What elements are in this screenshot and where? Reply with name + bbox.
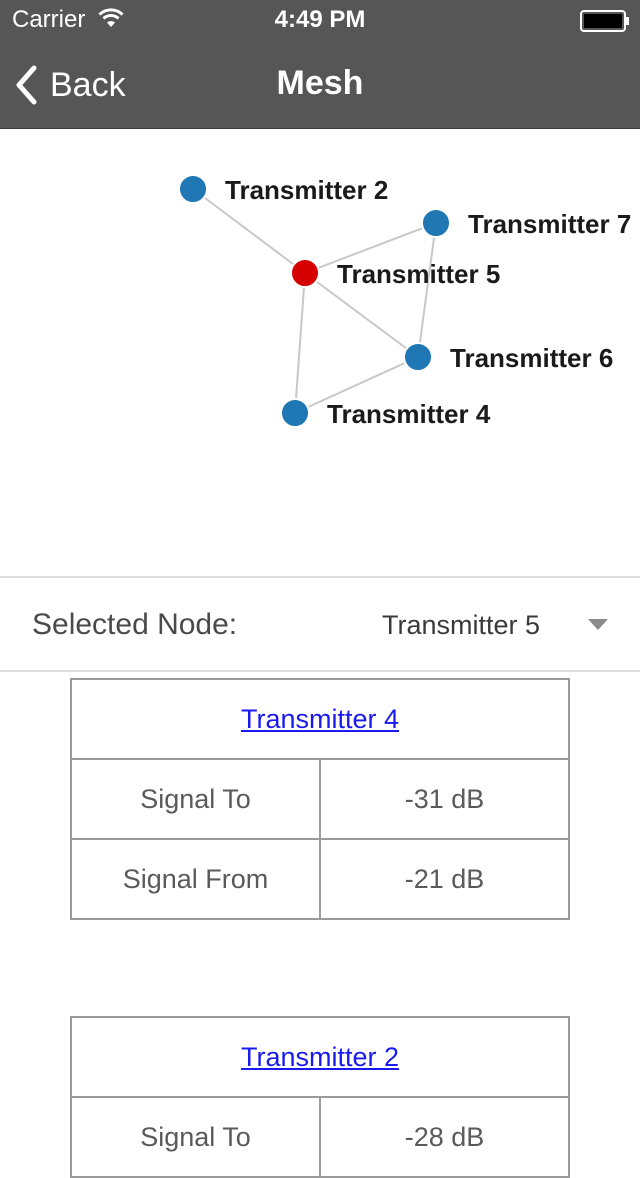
table-row: Signal From -21 dB xyxy=(70,838,570,920)
page-title: Mesh xyxy=(276,64,364,102)
signal-table: Transmitter 2 Signal To -28 dB xyxy=(70,1016,570,1178)
dropdown-caret-icon[interactable] xyxy=(587,618,609,632)
row-label: Signal To xyxy=(70,1096,321,1178)
table-row: Signal To -31 dB xyxy=(70,758,570,840)
graph-node[interactable] xyxy=(178,174,208,204)
graph-node-label: Transmitter 5 xyxy=(337,259,500,289)
node-selector[interactable]: Selected Node: Transmitter 5 xyxy=(0,576,640,672)
transmitter-link[interactable]: Transmitter 2 xyxy=(241,1042,399,1072)
table-title-cell: Transmitter 2 xyxy=(70,1016,570,1098)
selected-node-value[interactable]: Transmitter 5 xyxy=(382,610,540,641)
graph-node[interactable] xyxy=(290,258,320,288)
mesh-graph[interactable]: Transmitter 2 Transmitter 7 Transmitter 5 T… xyxy=(0,129,640,576)
graph-link xyxy=(417,222,437,358)
signal-table: Transmitter 4 Signal To -31 dB Signal Fr… xyxy=(70,678,570,920)
navigation-bar: Carrier 4:49 PM Back Mesh xyxy=(0,0,640,129)
graph-node[interactable] xyxy=(280,398,310,428)
clock: 4:49 PM xyxy=(274,6,366,33)
selector-label: Selected Node: xyxy=(32,608,238,641)
transmitter-link[interactable]: Transmitter 4 xyxy=(241,704,399,734)
graph-link xyxy=(294,272,306,414)
row-value: -31 dB xyxy=(319,758,570,840)
graph-node-label: Transmitter 4 xyxy=(327,399,491,429)
row-label: Signal To xyxy=(70,758,321,840)
table-title-cell: Transmitter 4 xyxy=(70,678,570,760)
graph-node[interactable] xyxy=(421,208,451,238)
graph-node[interactable] xyxy=(403,342,433,372)
graph-node-label: Transmitter 2 xyxy=(225,175,388,205)
row-value: -28 dB xyxy=(319,1096,570,1178)
graph-node-label: Transmitter 6 xyxy=(450,343,613,373)
row-label: Signal From xyxy=(70,838,321,920)
row-value: -21 dB xyxy=(319,838,570,920)
battery-icon xyxy=(580,10,629,32)
table-row: Signal To -28 dB xyxy=(70,1096,570,1178)
graph-node-label: Transmitter 7 xyxy=(468,209,631,239)
